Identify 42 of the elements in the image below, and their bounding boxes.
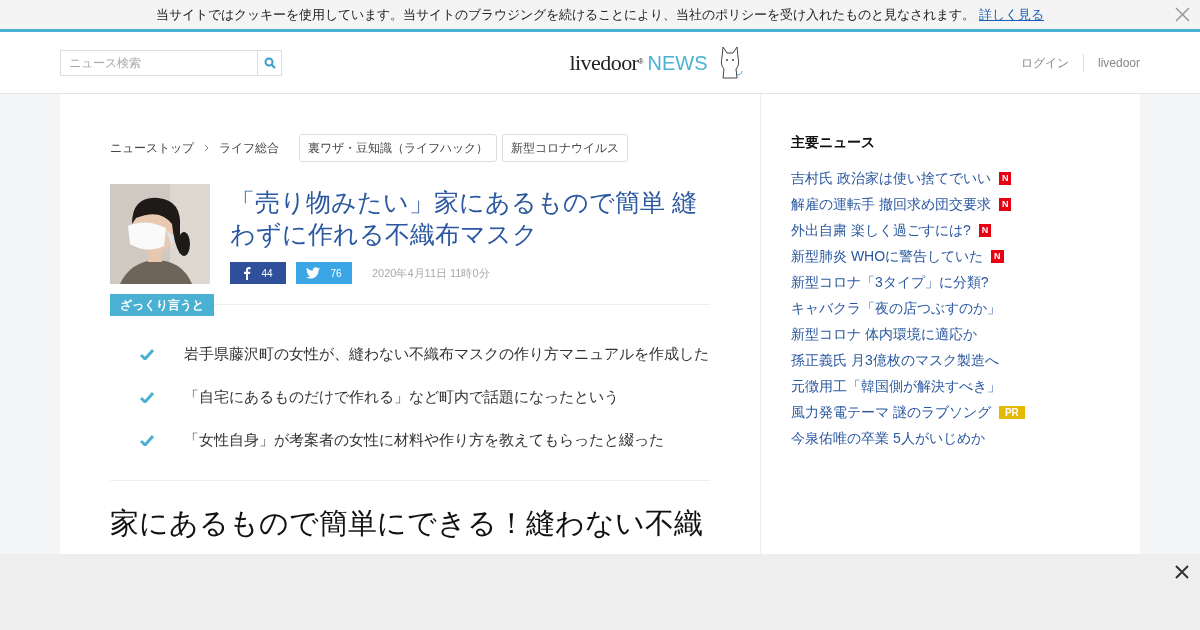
facebook-icon <box>243 266 252 280</box>
check-icon <box>140 435 154 446</box>
header-link[interactable]: ログイン <box>1020 53 1069 72</box>
news-link[interactable]: 外出自粛 楽しく過ごすには? <box>791 219 971 241</box>
new-badge: N <box>998 197 1012 211</box>
bird-icon <box>306 267 321 279</box>
details-link[interactable]: 詳しく見る <box>979 4 1044 25</box>
news-link[interactable]: 元徴用工「韓国側が解決すべき」 <box>791 375 1001 397</box>
tag[interactable]: 新型コロナウイルス <box>502 134 628 162</box>
summary-label: ざっくり言うと <box>110 294 214 316</box>
news-link[interactable]: 解雇の運転手 撤回求め団交要求 <box>791 193 991 215</box>
news-link[interactable]: 今泉佑唯の卒業 5人がいじめか <box>791 427 985 449</box>
check-icon <box>140 392 154 403</box>
news-link[interactable]: 新型肺炎 WHOに警告していた <box>791 245 984 267</box>
new-badge: N <box>991 249 1004 263</box>
facebook-share-button[interactable]: 44 <box>230 262 286 284</box>
new-badge: N <box>978 223 992 237</box>
search-icon[interactable] <box>263 56 276 69</box>
news-link[interactable]: キャバクラ「夜の店つぶすのか」 <box>791 297 1001 319</box>
article-title: 「売り物みたい」家にあるもので簡単 縫わずに作れる不織布マスク <box>230 187 698 250</box>
news-link[interactable]: 孫正義氏 月3億枚のマスク製造へ <box>791 349 999 371</box>
pr-badge: PR <box>998 405 1025 419</box>
news-link[interactable]: 風力発電テーマ 謎のラブソング <box>791 401 991 423</box>
summary-point: 「自宅にあるものだけで作れる」など町内で話題になったという <box>184 387 619 408</box>
sidebar-title: 主要ニュース <box>791 133 876 152</box>
check-icon <box>140 349 154 360</box>
summary-point: 岩手県藤沢町の女性が、縫わない不織布マスクの作り方マニュアルを作成した <box>184 344 709 365</box>
cookie-notice: 当サイトではクッキーを使用しています。当サイトのブラウジングを続けることにより、当社のポリシーを受け入れたものと見なされます。 <box>156 5 975 24</box>
new-badge: N <box>998 171 1012 185</box>
news-link[interactable]: 新型コロナ 体内環境に適応か <box>791 323 977 345</box>
breadcrumb-link[interactable]: ライフ総合 <box>219 139 279 157</box>
news-link[interactable]: 新型コロナ「3タイプ」に分類? <box>791 271 989 293</box>
tag[interactable]: 裏ワザ・豆知識（ライフハック） <box>299 134 497 162</box>
chevron-icon <box>204 144 209 152</box>
close-icon[interactable] <box>1174 564 1190 580</box>
summary-point: 「女性自身」が考案者の女性に材料や作り方を教えてもらったと綴った <box>184 430 664 451</box>
news-link[interactable]: 吉村氏 政治家は使い捨てでいい <box>791 167 991 189</box>
publish-date: 2020年4月11日 11時0分 <box>372 265 490 281</box>
header-link[interactable]: livedoor <box>1082 53 1140 72</box>
breadcrumb-link[interactable]: ニューストップ <box>110 139 194 157</box>
section-heading: 家にあるもので簡単にできる！縫わない不織 <box>110 506 703 541</box>
search-field[interactable]: ニュース検索 <box>60 49 258 76</box>
